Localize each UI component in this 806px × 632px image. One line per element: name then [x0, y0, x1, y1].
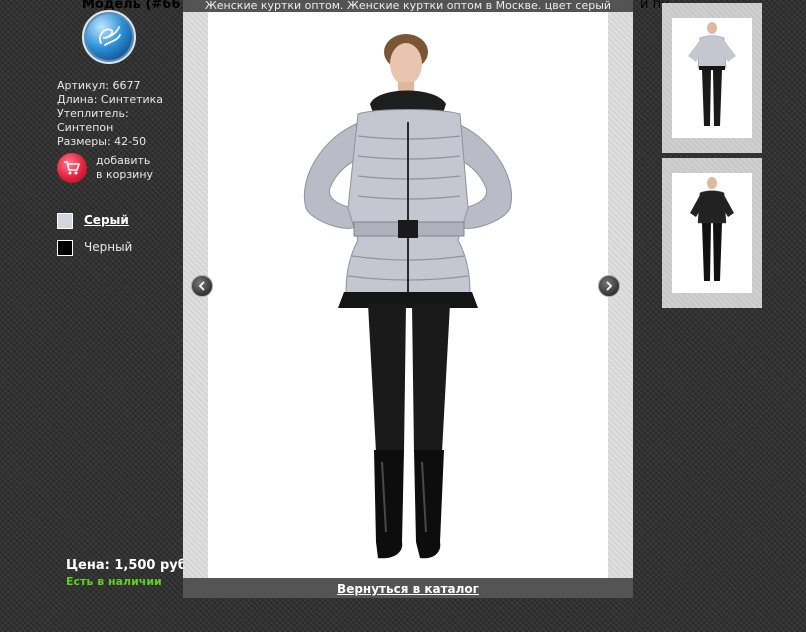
model-black-thumbnail-image — [690, 177, 734, 281]
color-option-gray[interactable]: Серый — [84, 213, 129, 227]
add-to-cart-button[interactable] — [57, 153, 87, 183]
logo[interactable] — [82, 10, 136, 64]
model-title: Модель (#6677 — [82, 0, 199, 12]
chevron-left-icon — [198, 281, 205, 291]
chevron-right-icon — [606, 281, 613, 291]
thumbnail-black-image — [672, 173, 752, 293]
shopping-cart-icon — [64, 161, 80, 175]
product-article: Артикул: 6677 — [57, 79, 141, 92]
price: Цена: 1,500 руб. — [66, 558, 192, 573]
product-insulation-label: Утеплитель: — [57, 107, 129, 120]
add-to-cart-link[interactable]: добавить в корзину — [96, 154, 153, 182]
logo-emblem-icon — [99, 26, 121, 46]
thumbnail-gray[interactable] — [662, 3, 762, 153]
color-option-black[interactable]: Черный — [84, 240, 132, 254]
back-to-catalog-link[interactable]: Вернуться в каталог — [337, 582, 479, 596]
lightbox: Женские куртки оптом. Женские куртки опт… — [183, 0, 633, 598]
product-sizes: Размеры: 42-50 — [57, 135, 147, 148]
lightbox-footer: Вернуться в каталог — [183, 578, 633, 598]
add-to-cart-line1: добавить — [96, 154, 151, 167]
stock-status: Есть в наличии — [66, 575, 162, 588]
next-image-button[interactable] — [598, 275, 620, 297]
product-length: Длина: Синтетика — [57, 93, 164, 106]
add-to-cart-line2: в корзину — [96, 168, 154, 181]
thumbnail-gray-image — [672, 18, 752, 138]
thumbnail-black[interactable] — [662, 158, 762, 308]
product-photo — [208, 12, 608, 578]
model-gray-thumbnail-image — [688, 22, 736, 126]
lightbox-caption: Женские куртки оптом. Женские куртки опт… — [183, 0, 633, 12]
prev-image-button[interactable] — [191, 275, 213, 297]
color-swatch-gray[interactable] — [57, 213, 73, 229]
model-in-gray-jacket-image — [304, 34, 512, 559]
product-insulation-value: Синтепон — [57, 121, 114, 134]
color-swatch-black[interactable] — [57, 240, 73, 256]
